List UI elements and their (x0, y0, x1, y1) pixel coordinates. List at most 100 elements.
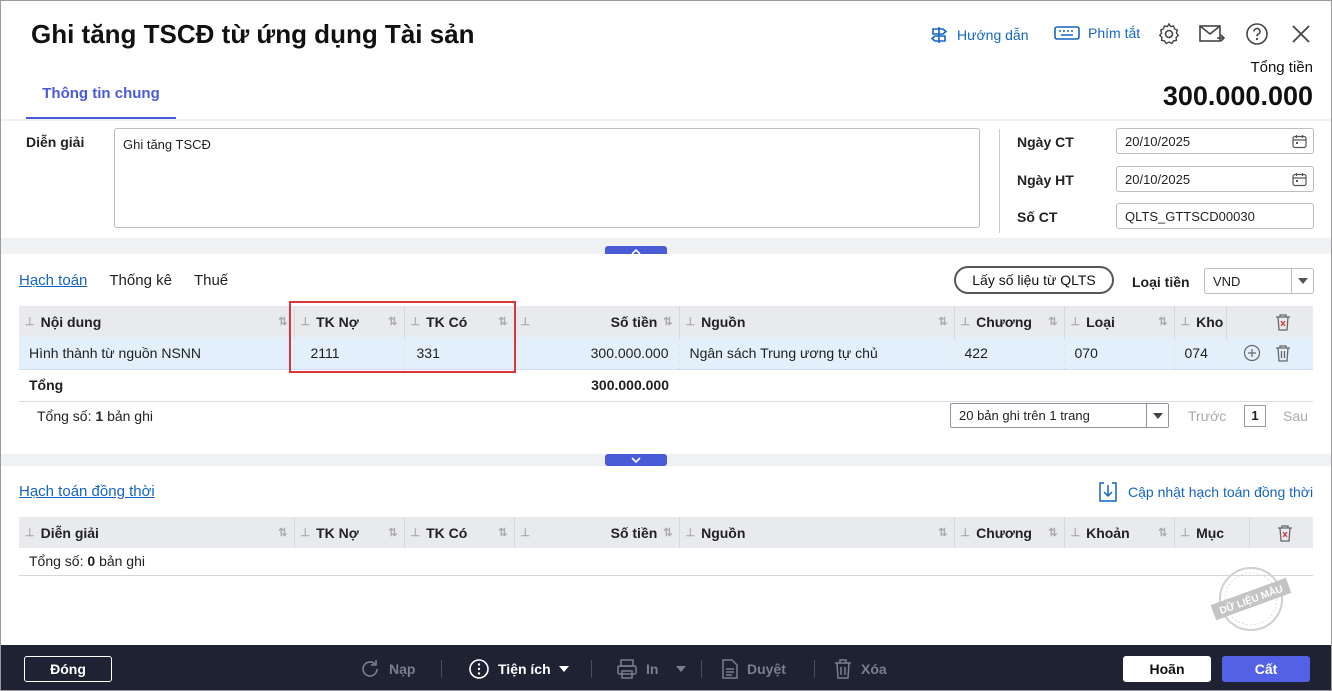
pin-icon[interactable]: ⊥ (25, 526, 35, 539)
shortcut-link[interactable]: Phím tắt (1054, 25, 1140, 41)
col-chuong[interactable]: ⊥ Chương ⇅ (953, 306, 1064, 337)
settings-gear-icon[interactable] (1156, 21, 1182, 47)
add-row-icon[interactable] (1243, 344, 1261, 362)
cell-chuong[interactable]: 422 (953, 337, 1064, 370)
delete-all-trash-icon[interactable] (1275, 313, 1291, 331)
chevron-down-icon[interactable] (1291, 269, 1313, 293)
cell-noi-dung[interactable]: Hình thành từ nguồn NSNN (19, 337, 294, 370)
date-ht-field[interactable]: 20/10/2025 (1116, 166, 1314, 192)
close-button[interactable]: Đóng (24, 656, 112, 682)
cell-so-tien[interactable]: 300.000.000 (513, 337, 679, 370)
currency-select[interactable]: VND (1204, 268, 1314, 294)
printer-icon (617, 659, 637, 679)
col-so-tien[interactable]: ⊥ Số tiền ⇅ (513, 306, 679, 337)
sync-table: ⊥ Diễn giải ⇅ ⊥ TK Nợ ⇅ ⊥ TK Có ⇅ ⊥ Số tiền ⇅ ⊥ N… (19, 517, 1313, 576)
cell-kho[interactable]: 074 (1173, 337, 1226, 370)
pin-icon[interactable]: ⊥ (521, 315, 531, 328)
mail-icon[interactable] (1199, 21, 1225, 47)
description-textarea[interactable]: Ghi tăng TSCĐ (114, 128, 980, 228)
print-button[interactable]: In (616, 658, 687, 680)
reload-button[interactable]: Nạp (359, 658, 415, 680)
sort-icon[interactable]: ⇅ (1048, 315, 1057, 328)
pin-icon[interactable]: ⊥ (961, 526, 971, 539)
tab-thue[interactable]: Thuế (194, 272, 228, 289)
toolbar-divider (441, 660, 442, 678)
cell-nguon[interactable]: Ngân sách Trung ương tự chủ (678, 337, 954, 370)
table-row[interactable]: Hình thành từ nguồn NSNN 2111 331 300.00… (19, 337, 1313, 370)
total-row-label: Tổng (19, 369, 294, 402)
col-so-tien[interactable]: ⊥ Số tiền ⇅ (513, 517, 679, 548)
sync-count-row: Tổng số: 0 bản ghi (19, 548, 1313, 576)
guide-link[interactable]: Hướng dẫn (929, 25, 1028, 45)
sort-icon[interactable]: ⇅ (1158, 526, 1167, 539)
close-icon[interactable] (1288, 21, 1314, 47)
update-sync-link[interactable]: Cập nhật hạch toán đồng thời (1098, 481, 1313, 503)
cell-loai[interactable]: 070 (1063, 337, 1174, 370)
approve-button[interactable]: Duyệt (721, 658, 786, 680)
tab-general-info[interactable]: Thông tin chung (26, 85, 176, 119)
pin-icon[interactable]: ⊥ (1181, 526, 1191, 539)
save-button[interactable]: Cất (1222, 656, 1310, 682)
next-page-link[interactable]: Sau (1283, 408, 1308, 424)
general-info-form: Diễn giải Ghi tăng TSCĐ Ngày CT 20/10/20… (1, 121, 1331, 252)
expand-down-button[interactable] (605, 454, 667, 466)
utilities-menu[interactable]: Tiện ích (468, 658, 569, 680)
col-noi-dung[interactable]: ⊥ Nội dung ⇅ (19, 306, 294, 337)
dialog-window: Ghi tăng TSCĐ từ ứng dụng Tài sản Hướng … (0, 0, 1332, 691)
pin-icon[interactable]: ⊥ (686, 526, 696, 539)
page-title: Ghi tăng TSCĐ từ ứng dụng Tài sản (31, 19, 475, 49)
col-loai[interactable]: ⊥ Loại ⇅ (1063, 306, 1174, 337)
col-tk-no[interactable]: ⊥ TK Nợ ⇅ (293, 517, 404, 548)
dialog-header: Ghi tăng TSCĐ từ ứng dụng Tài sản Hướng … (1, 1, 1331, 121)
date-ct-field[interactable]: 20/10/2025 (1116, 128, 1314, 154)
col-chuong[interactable]: ⊥ Chương ⇅ (953, 517, 1064, 548)
pin-icon[interactable]: ⊥ (686, 315, 696, 328)
pin-icon[interactable]: ⊥ (25, 315, 35, 328)
col-nguon[interactable]: ⊥ Nguồn ⇅ (678, 517, 954, 548)
tab-thong-ke[interactable]: Thống kê (109, 272, 172, 289)
pin-icon[interactable]: ⊥ (521, 526, 531, 539)
date-ht-value: 20/10/2025 (1125, 172, 1191, 187)
page-size-select[interactable]: 20 bản ghi trên 1 trang (950, 403, 1169, 428)
cancel-button[interactable]: Hoãn (1123, 656, 1211, 682)
tab-hach-toan[interactable]: Hạch toán (19, 272, 87, 289)
pin-icon[interactable]: ⊥ (411, 526, 421, 539)
sort-icon[interactable]: ⇅ (663, 526, 672, 539)
sort-icon[interactable]: ⇅ (278, 526, 287, 539)
chevron-down-icon (558, 666, 569, 672)
current-page[interactable]: 1 (1244, 405, 1266, 427)
calendar-icon[interactable] (1292, 172, 1307, 187)
calendar-icon[interactable] (1292, 134, 1307, 149)
sort-icon[interactable]: ⇅ (938, 315, 947, 328)
delete-button[interactable]: Xóa (833, 658, 887, 680)
delete-all-trash-icon[interactable] (1277, 524, 1293, 542)
fetch-qlts-button[interactable]: Lấy số liệu từ QLTS (954, 266, 1114, 294)
sort-icon[interactable]: ⇅ (1158, 315, 1167, 328)
chevron-down-icon[interactable] (1146, 404, 1168, 427)
sort-icon[interactable]: ⇅ (663, 315, 672, 328)
col-dien-giai[interactable]: ⊥ Diễn giải ⇅ (19, 517, 294, 548)
total-label: Tổng tiền (1250, 59, 1313, 76)
col-nguon[interactable]: ⊥ Nguồn ⇅ (678, 306, 954, 337)
sort-icon[interactable]: ⇅ (498, 526, 507, 539)
shortcut-label: Phím tắt (1088, 25, 1141, 41)
help-icon[interactable] (1244, 21, 1270, 47)
pin-icon[interactable]: ⊥ (1071, 315, 1081, 328)
col-tk-co[interactable]: ⊥ TK Có ⇅ (403, 517, 514, 548)
col-muc[interactable]: ⊥ Mục (1173, 517, 1249, 548)
sync-accounting-title[interactable]: Hạch toán đồng thời (19, 483, 155, 500)
col-khoan[interactable]: ⊥ Khoản ⇅ (1063, 517, 1174, 548)
pin-icon[interactable]: ⊥ (961, 315, 971, 328)
prev-page-link[interactable]: Trước (1188, 408, 1226, 424)
sort-icon[interactable]: ⇅ (388, 526, 397, 539)
sort-icon[interactable]: ⇅ (938, 526, 947, 539)
pin-icon[interactable]: ⊥ (301, 526, 311, 539)
pin-icon[interactable]: ⊥ (1181, 315, 1191, 328)
pin-icon[interactable]: ⊥ (1071, 526, 1081, 539)
table-header-row: ⊥ Nội dung ⇅ ⊥ TK Nợ ⇅ ⊥ TK Có ⇅ ⊥ Số tiền ⇅ ⊥ Ng… (19, 306, 1313, 337)
sort-icon[interactable]: ⇅ (278, 315, 287, 328)
trash-icon[interactable] (1275, 344, 1291, 362)
so-ct-field[interactable]: QLTS_GTTSCD00030 (1116, 203, 1314, 229)
sort-icon[interactable]: ⇅ (1048, 526, 1057, 539)
col-kho[interactable]: ⊥ Kho (1173, 306, 1226, 337)
